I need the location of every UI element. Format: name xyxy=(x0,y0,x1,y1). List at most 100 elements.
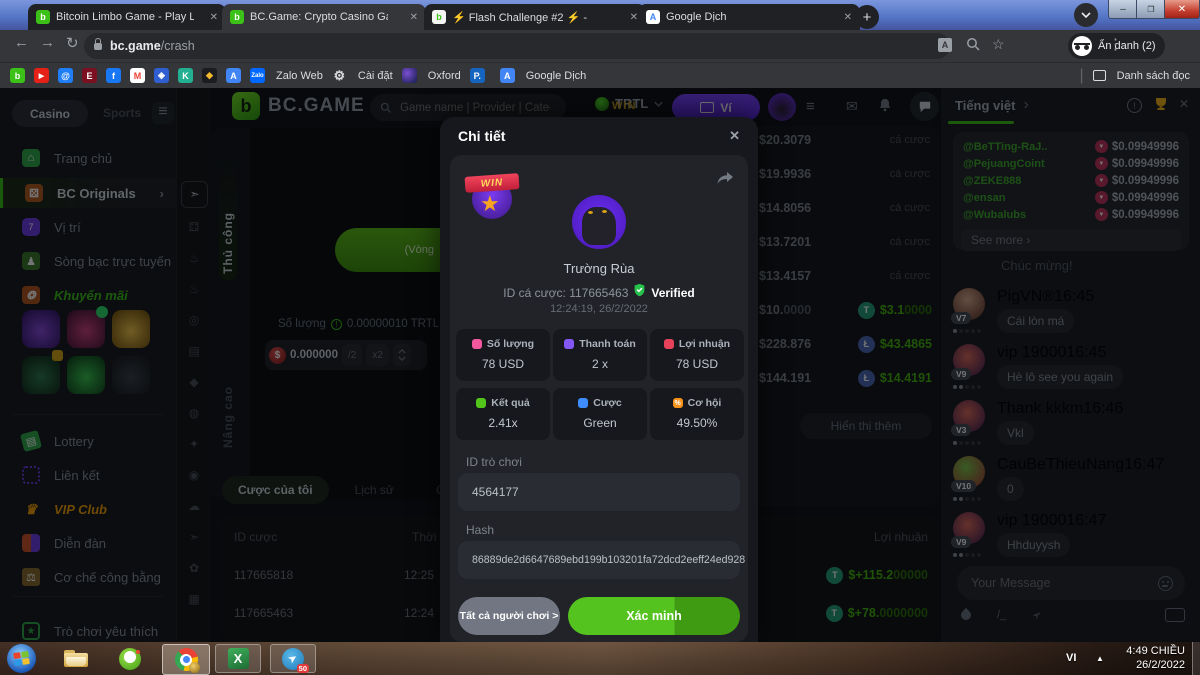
sidebar-item-promotions[interactable]: ❂ Khuyến mãi xyxy=(0,280,176,310)
user-avatar[interactable] xyxy=(768,93,796,121)
new-tab-button[interactable]: + xyxy=(855,5,879,29)
tab-close-icon[interactable]: ✕ xyxy=(844,12,852,23)
browser-tab-4[interactable]: A Google Dịch ✕ xyxy=(638,4,860,30)
promo-thumb-spin[interactable] xyxy=(22,310,60,348)
bookmark-oxford-icon[interactable] xyxy=(402,68,417,83)
chat-username[interactable]: CauBeThieuNang xyxy=(997,456,1124,473)
translate-icon[interactable]: A xyxy=(938,38,952,52)
modal-close-icon[interactable]: ✕ xyxy=(729,128,740,144)
sidebar-item-forum[interactable]: Diễn đàn xyxy=(0,528,176,558)
player-avatar[interactable] xyxy=(572,195,626,249)
strip-pill-icon[interactable]: ✦ xyxy=(185,435,203,453)
back-icon[interactable]: ← xyxy=(14,34,29,51)
forward-icon[interactable]: → xyxy=(40,34,55,51)
language-indicator[interactable]: VI xyxy=(1066,652,1076,664)
all-players-button[interactable]: Tất cả người chơi > xyxy=(458,597,560,635)
clock[interactable]: 4:49 CHIỀU 26/2/2022 xyxy=(1115,644,1185,672)
browser-tab-3[interactable]: b ⚡ Flash Challenge #2 ⚡ - Flash Ch ✕ xyxy=(424,4,646,30)
window-close-button[interactable]: ✕ xyxy=(1164,0,1200,19)
sidebar-item-fairness[interactable]: ⚖ Cơ chế công bằng xyxy=(0,562,176,592)
bookmark-translate-icon[interactable]: A xyxy=(226,68,241,83)
casino-toggle[interactable]: Casino xyxy=(12,100,88,127)
sidebar-item-slots[interactable]: 7 Vị trí xyxy=(0,212,176,242)
strip-eye-icon[interactable]: ◉ xyxy=(185,466,203,484)
header-menu-icon[interactable]: ≡ xyxy=(806,98,815,115)
show-more-button[interactable]: Hiển thị thêm xyxy=(800,413,932,439)
sidebar-item-vip-club[interactable]: ♛ VIP Club xyxy=(0,494,176,524)
share-icon[interactable] xyxy=(716,171,734,192)
strip-ring-icon[interactable]: ◍ xyxy=(185,404,203,422)
sidebar-menu-icon[interactable]: ≡ xyxy=(152,102,174,124)
taskbar-telegram[interactable]: ➤ 50 xyxy=(270,644,316,673)
bcgame-logo[interactable]: b BC.GAME xyxy=(232,92,365,120)
show-desktop-button[interactable] xyxy=(1192,642,1200,675)
tab-search-chevron-icon[interactable] xyxy=(1074,3,1098,27)
strip-bowl-icon[interactable]: ♨ xyxy=(185,280,203,298)
bookmark-zalo-label[interactable]: Zalo Web xyxy=(276,70,323,82)
mail-icon[interactable]: ✉ xyxy=(846,98,858,115)
search-input[interactable] xyxy=(398,101,552,115)
reading-list-label[interactable]: Danh sách đọc xyxy=(1117,70,1190,82)
chat-username[interactable]: vip 19000 xyxy=(997,344,1066,361)
chat-username[interactable]: PigVN® xyxy=(997,288,1054,305)
tab-close-icon[interactable]: ✕ xyxy=(630,12,638,23)
verify-button[interactable]: Xác minh xyxy=(568,597,740,635)
gif-keyboard-icon[interactable] xyxy=(1165,608,1185,622)
browser-tab-1[interactable]: b Bitcoin Limbo Game - Play Limbo ✕ xyxy=(28,4,226,30)
tab-close-icon[interactable]: ✕ xyxy=(410,12,418,23)
chat-close-icon[interactable]: ✕ xyxy=(1179,97,1189,111)
taskbar-explorer[interactable] xyxy=(56,644,96,673)
window-maximize-button[interactable]: ❐ xyxy=(1136,0,1166,19)
sidebar-item-home[interactable]: ⌂ Trang chủ xyxy=(0,143,176,173)
amount-stepper[interactable] xyxy=(393,344,411,366)
player-name[interactable]: Trường Rùa xyxy=(450,261,748,276)
bookmark-zalo-icon[interactable]: Zalo xyxy=(250,68,265,83)
strip-card2-icon[interactable]: ▦ xyxy=(185,590,203,608)
commands-icon[interactable]: /_ xyxy=(997,609,1006,621)
sidebar-item-affiliate[interactable]: Liên kết xyxy=(0,460,176,490)
sidebar-item-bc-originals[interactable]: ⚄ BC Originals › xyxy=(0,178,176,208)
strip-cloud-icon[interactable]: ☁ xyxy=(185,497,203,515)
browser-menu-icon[interactable]: ⋮ xyxy=(1108,35,1123,53)
strip-gem-icon[interactable]: ◆ xyxy=(185,373,203,391)
see-more-button[interactable]: See more › xyxy=(961,229,1181,251)
rocket-icon[interactable]: ➣ xyxy=(1029,606,1046,623)
chat-input[interactable] xyxy=(957,566,1185,600)
bookmark-facebook-icon[interactable]: f xyxy=(106,68,121,83)
zoom-search-icon[interactable] xyxy=(966,37,981,57)
bookmark-settings-label[interactable]: Cài đặt xyxy=(358,70,393,82)
sidebar-item-lottery[interactable]: ▤ Lottery xyxy=(0,426,176,456)
sports-toggle[interactable]: Sports xyxy=(103,106,141,120)
bookmark-messenger-icon[interactable]: @ xyxy=(58,68,73,83)
chat-rules-info-icon[interactable]: ! xyxy=(1127,98,1142,113)
message-input[interactable] xyxy=(969,575,1148,591)
start-button[interactable] xyxy=(7,644,36,673)
address-bar[interactable]: bc.game/crash xyxy=(84,33,950,59)
bookmark-youtube-icon[interactable]: ▶ xyxy=(34,68,49,83)
browser-tab-2-active[interactable]: b BC.Game: Crypto Casino Games & ✕ xyxy=(222,4,426,30)
bookmark-binance-icon[interactable]: ◆ xyxy=(202,68,217,83)
promo-thumb-hand[interactable] xyxy=(22,356,60,394)
half-button[interactable]: /2 xyxy=(342,344,362,366)
bookmark-star-icon[interactable]: ☆ xyxy=(992,36,1005,53)
bookmark-blue-icon[interactable]: ◈ xyxy=(154,68,169,83)
bookmark-e-icon[interactable]: E xyxy=(82,68,97,83)
strip-cards-icon[interactable]: ▤ xyxy=(185,342,203,360)
crash-game-icon[interactable]: ➣ xyxy=(181,181,208,208)
amount-input[interactable]: $ 0.000000 /2 x2 xyxy=(265,340,427,370)
tab-advanced[interactable]: Nâng cao xyxy=(221,338,235,448)
info-icon[interactable]: ! xyxy=(331,319,342,330)
bookmark-translate2-icon[interactable]: A xyxy=(500,68,515,83)
hash-field[interactable]: 86889de2d6647689ebd199b103201fa72dcd2eef… xyxy=(458,541,740,579)
tab-close-icon[interactable]: ✕ xyxy=(210,12,218,23)
bookmark-translate-label[interactable]: Google Dịch xyxy=(526,70,587,82)
taskbar-excel[interactable]: X xyxy=(215,644,261,673)
bookmark-gmail-icon[interactable]: M xyxy=(130,68,145,83)
double-button[interactable]: x2 xyxy=(366,344,389,366)
promo-thumb-cash[interactable] xyxy=(67,356,105,394)
trophy-icon[interactable] xyxy=(1153,96,1169,117)
sidebar-item-favorites[interactable]: ★ Trò chơi yêu thích xyxy=(0,616,176,642)
bookmark-gear-icon[interactable]: ⚙ xyxy=(332,68,347,83)
promo-thumb-piggy[interactable] xyxy=(112,310,150,348)
strip-token-icon[interactable]: ✿ xyxy=(185,559,203,577)
